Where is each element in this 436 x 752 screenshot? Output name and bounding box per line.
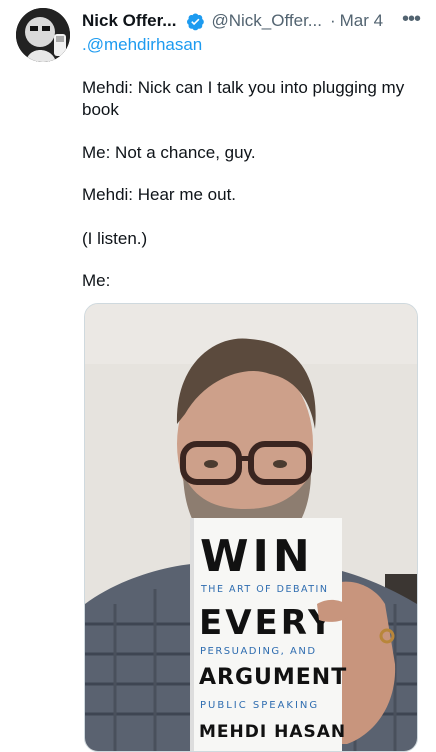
book-subtitle-line: PUBLIC SPEAKING	[200, 700, 319, 711]
book-title-line: EVERY	[199, 603, 336, 643]
tweet-text-line: Me: Not a chance, guy.	[82, 143, 256, 162]
book-title-line: ARGUMENT	[199, 665, 347, 690]
book-subtitle-line: THE ART OF DEBATIN	[200, 584, 328, 595]
book-subtitle-line: PERSUADING, AND	[200, 646, 317, 657]
tweet-text-line: book	[82, 100, 119, 119]
tweet-photo[interactable]: WIN THE ART OF DEBATIN EVERY PERSUADING,…	[84, 303, 418, 752]
verified-badge-icon	[187, 12, 205, 30]
author-display-name[interactable]: Nick Offer...	[82, 11, 176, 31]
tweet-header: Nick Offer... @Nick_Offer... · Mar 4	[82, 10, 424, 32]
avatar-image	[16, 8, 70, 62]
tweet-text-line: (I listen.)	[82, 229, 148, 248]
separator-dot: ·	[329, 11, 336, 30]
book-title-line: WIN	[200, 531, 314, 582]
tweet-date[interactable]: Mar 4	[340, 11, 383, 31]
book-cover: WIN THE ART OF DEBATIN EVERY PERSUADING,…	[190, 518, 347, 751]
tweet-text-line: Mehdi: Hear me out.	[82, 185, 237, 204]
author-handle[interactable]: @Nick_Offer...	[211, 11, 321, 31]
book-author: MEHDI HASAN	[199, 722, 346, 742]
tweet-text-line: Me:	[82, 271, 111, 290]
reply-to-mention[interactable]: .@mehdirhasan	[82, 35, 202, 55]
photo-scene: WIN THE ART OF DEBATIN EVERY PERSUADING,…	[85, 304, 417, 751]
avatar[interactable]	[16, 8, 70, 62]
tweet-text-line: Mehdi: Nick can I talk you into plugging…	[82, 78, 405, 97]
more-options-icon[interactable]: •••	[400, 8, 422, 30]
